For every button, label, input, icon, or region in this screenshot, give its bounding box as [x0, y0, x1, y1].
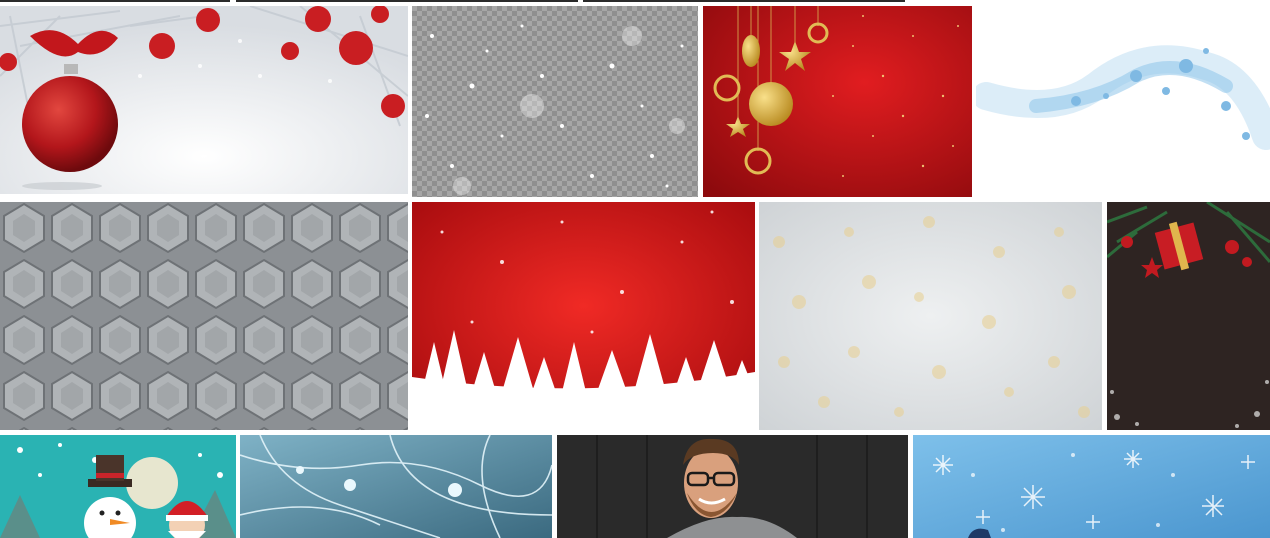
gallery-thumbnail-snowman-santa[interactable]: [0, 435, 236, 538]
gallery-thumbnail-gold-ornaments[interactable]: [703, 6, 972, 197]
golden-bokeh-image: [759, 202, 1102, 430]
hexagon-wall-image: [0, 202, 408, 430]
snowman-santa-image: [0, 435, 236, 538]
gallery-thumbnail-blue-snowflake-swirl[interactable]: [976, 6, 1270, 197]
falling-snow-image: [412, 6, 698, 197]
christmas-ornament-image: [0, 6, 408, 194]
image-gallery: [0, 0, 1270, 538]
gallery-thumbnail-christmas-gifts-dark[interactable]: [1107, 202, 1270, 430]
previous-row-edge: [583, 0, 905, 2]
gallery-thumbnail-falling-snow[interactable]: [412, 6, 698, 197]
previous-row-edge: [236, 0, 578, 2]
neuron-network-image: [240, 435, 552, 538]
gallery-thumbnail-red-winter-forest[interactable]: [412, 202, 755, 433]
blue-snowflakes-image: [913, 435, 1270, 538]
gold-ornaments-image: [703, 6, 972, 197]
red-winter-forest-image: [412, 202, 755, 433]
smiling-man-image: [557, 435, 908, 538]
blue-snowflake-swirl-image: [976, 6, 1270, 197]
gallery-thumbnail-golden-bokeh[interactable]: [759, 202, 1102, 430]
gallery-thumbnail-christmas-ornament[interactable]: [0, 6, 408, 194]
gallery-thumbnail-neuron-network[interactable]: [240, 435, 552, 538]
gallery-thumbnail-smiling-man[interactable]: [557, 435, 908, 538]
gallery-thumbnail-hexagon-wall[interactable]: [0, 202, 408, 430]
gallery-thumbnail-blue-snowflakes[interactable]: [913, 435, 1270, 538]
christmas-gifts-dark-image: [1107, 202, 1270, 430]
previous-row-edge: [0, 0, 230, 2]
